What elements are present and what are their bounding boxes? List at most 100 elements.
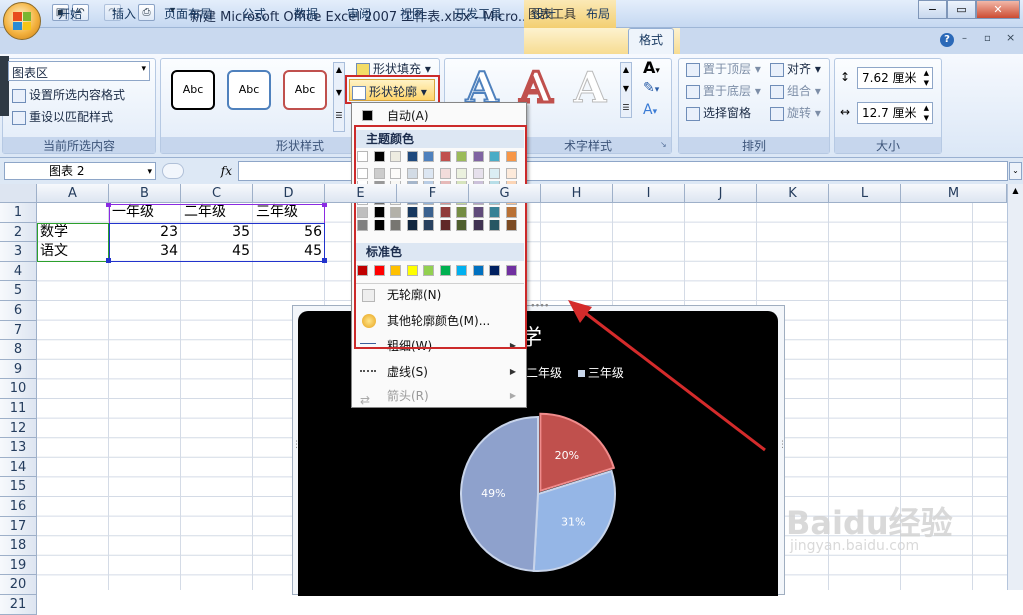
align-button[interactable]: 对齐 ▾ [770,60,821,77]
selection-pane-button[interactable]: 选择窗格 [686,104,751,121]
column-header-H[interactable]: H [541,184,613,203]
row-header-16[interactable]: 16 [0,497,37,517]
row-header-17[interactable]: 17 [0,516,37,537]
group-label-size: 大小 [835,137,941,153]
tab-view[interactable]: 视图 [390,3,434,26]
rotate-icon [770,106,784,121]
chart-resize-handle-right[interactable]: ⋮ [778,440,787,450]
wordart-gallery-scroll[interactable]: ▲ ▼ ☰ [620,62,632,118]
pie-data-label: 31% [561,515,585,528]
column-header-F[interactable]: F [397,184,469,203]
column-header-A[interactable]: A [37,184,109,203]
column-header-C[interactable]: C [181,184,253,203]
group-button[interactable]: 组合 ▾ [770,82,821,99]
ribbon-minimize-icon[interactable]: – [962,33,967,44]
row-header-3[interactable]: 3 [0,242,37,262]
range-handle[interactable] [106,258,111,263]
row-header-1[interactable]: 1 [0,203,37,223]
maximize-button[interactable]: ▭ [947,0,976,19]
column-header-B[interactable]: B [109,184,181,203]
tab-page-layout[interactable]: 页面布局 [154,3,222,26]
shape-style-red[interactable]: Abc [283,70,327,110]
row-header-10[interactable]: 10 [0,379,37,399]
text-outline-icon[interactable]: ✎▾ [643,80,659,96]
send-back-icon [686,84,700,99]
row-header-4[interactable]: 4 [0,261,37,282]
column-header-L[interactable]: L [829,184,901,203]
expand-formula-bar-icon[interactable]: ⌄ [1009,162,1022,180]
column-header-I[interactable]: I [613,184,685,203]
chart-element-dropdown[interactable]: 图表区 ▾ [8,61,150,81]
wordart-style-white[interactable]: A [566,63,614,112]
menu-item-automatic[interactable]: 自动(A) [354,105,524,127]
column-header-J[interactable]: J [685,184,757,203]
text-effects-icon[interactable]: A▾ [643,102,657,118]
column-header-G[interactable]: G [469,184,541,203]
row-header-14[interactable]: 14 [0,457,37,478]
row-header-7[interactable]: 7 [0,320,37,341]
reset-style-icon [12,110,26,125]
column-header-K[interactable]: K [757,184,829,203]
format-selection-button[interactable]: 设置所选内容格式 [12,86,125,103]
row-header-2[interactable]: 2 [0,222,37,243]
menu-item-dashes[interactable]: 虚线(S) ▶ [354,361,524,383]
spinner-icon[interactable]: ▲ ▼ [924,103,929,123]
reset-to-match-style-button[interactable]: 重设以匹配样式 [12,108,113,125]
tab-data[interactable]: 数据 [284,3,328,26]
tab-layout[interactable]: 布局 [576,3,620,26]
bring-front-icon [686,62,700,77]
shape-style-blue[interactable]: Abc [227,70,271,110]
help-icon[interactable]: ? [940,33,954,47]
row-header-11[interactable]: 11 [0,399,37,419]
tab-formulas[interactable]: 公式 [232,3,276,26]
vertical-scrollbar[interactable]: ▲ [1007,184,1023,590]
row-header-15[interactable]: 15 [0,477,37,497]
row-header-20[interactable]: 20 [0,575,37,595]
align-icon [770,62,784,77]
chart-resize-handle-top[interactable]: ∙∙∙∙ [530,301,550,311]
row-header-19[interactable]: 19 [0,555,37,576]
tab-insert[interactable]: 插入 [102,3,146,26]
row-header-21[interactable]: 21 [0,595,37,615]
scroll-up-icon[interactable]: ▲ [1008,186,1023,195]
tab-developer[interactable]: 开发工具 [444,3,512,26]
bring-to-front-button[interactable]: 置于顶层 ▾ [686,60,761,77]
ribbon-restore-icon[interactable]: ▫ [984,33,991,44]
row-header-18[interactable]: 18 [0,536,37,556]
shape-width-input[interactable]: 12.7 厘米 ▲ ▼ [857,102,933,124]
tab-design[interactable]: 设计 [522,3,566,26]
tab-review[interactable]: 审阅 [337,3,381,26]
office-logo-icon [13,12,31,30]
select-all-corner[interactable] [0,184,37,203]
office-button[interactable] [3,2,41,40]
shape-style-black[interactable]: Abc [171,70,215,110]
series-name-range [37,223,109,262]
name-box[interactable]: 图表 2 ▾ [4,162,156,180]
ribbon-close-icon[interactable]: × [1006,31,1015,44]
close-button[interactable]: ✕ [976,0,1020,19]
menu-item-arrows[interactable]: ⇄ 箭头(R) ▶ [354,385,524,407]
rotate-button[interactable]: 旋转 ▾ [770,104,821,121]
column-header-D[interactable]: D [253,184,325,203]
row-header-5[interactable]: 5 [0,281,37,301]
minimize-button[interactable]: − [918,0,947,19]
spinner-icon[interactable]: ▲ ▼ [924,68,929,88]
row-header-6[interactable]: 6 [0,301,37,321]
tab-home[interactable]: 开始 [48,3,92,26]
range-handle[interactable] [322,258,327,263]
column-header-E[interactable]: E [325,184,397,203]
send-to-back-button[interactable]: 置于底层 ▾ [686,82,761,99]
row-header-8[interactable]: 8 [0,340,37,360]
tab-format[interactable]: 格式 [628,28,675,55]
shape-style-gallery-scroll[interactable]: ▲ ▼ ☰ [333,62,345,132]
dialog-launcher-icon[interactable]: ↘ [660,140,667,149]
pie-data-label: 49% [481,487,505,500]
row-header-12[interactable]: 12 [0,418,37,439]
text-fill-icon[interactable]: A▾ [643,58,660,77]
formula-bar-splitter[interactable] [162,163,184,179]
group-label-current-selection: 当前所选内容 [3,137,155,153]
row-header-9[interactable]: 9 [0,359,37,380]
shape-height-input[interactable]: 7.62 厘米 ▲ ▼ [857,67,933,89]
row-header-13[interactable]: 13 [0,438,37,458]
column-header-M[interactable]: M [901,184,1007,203]
